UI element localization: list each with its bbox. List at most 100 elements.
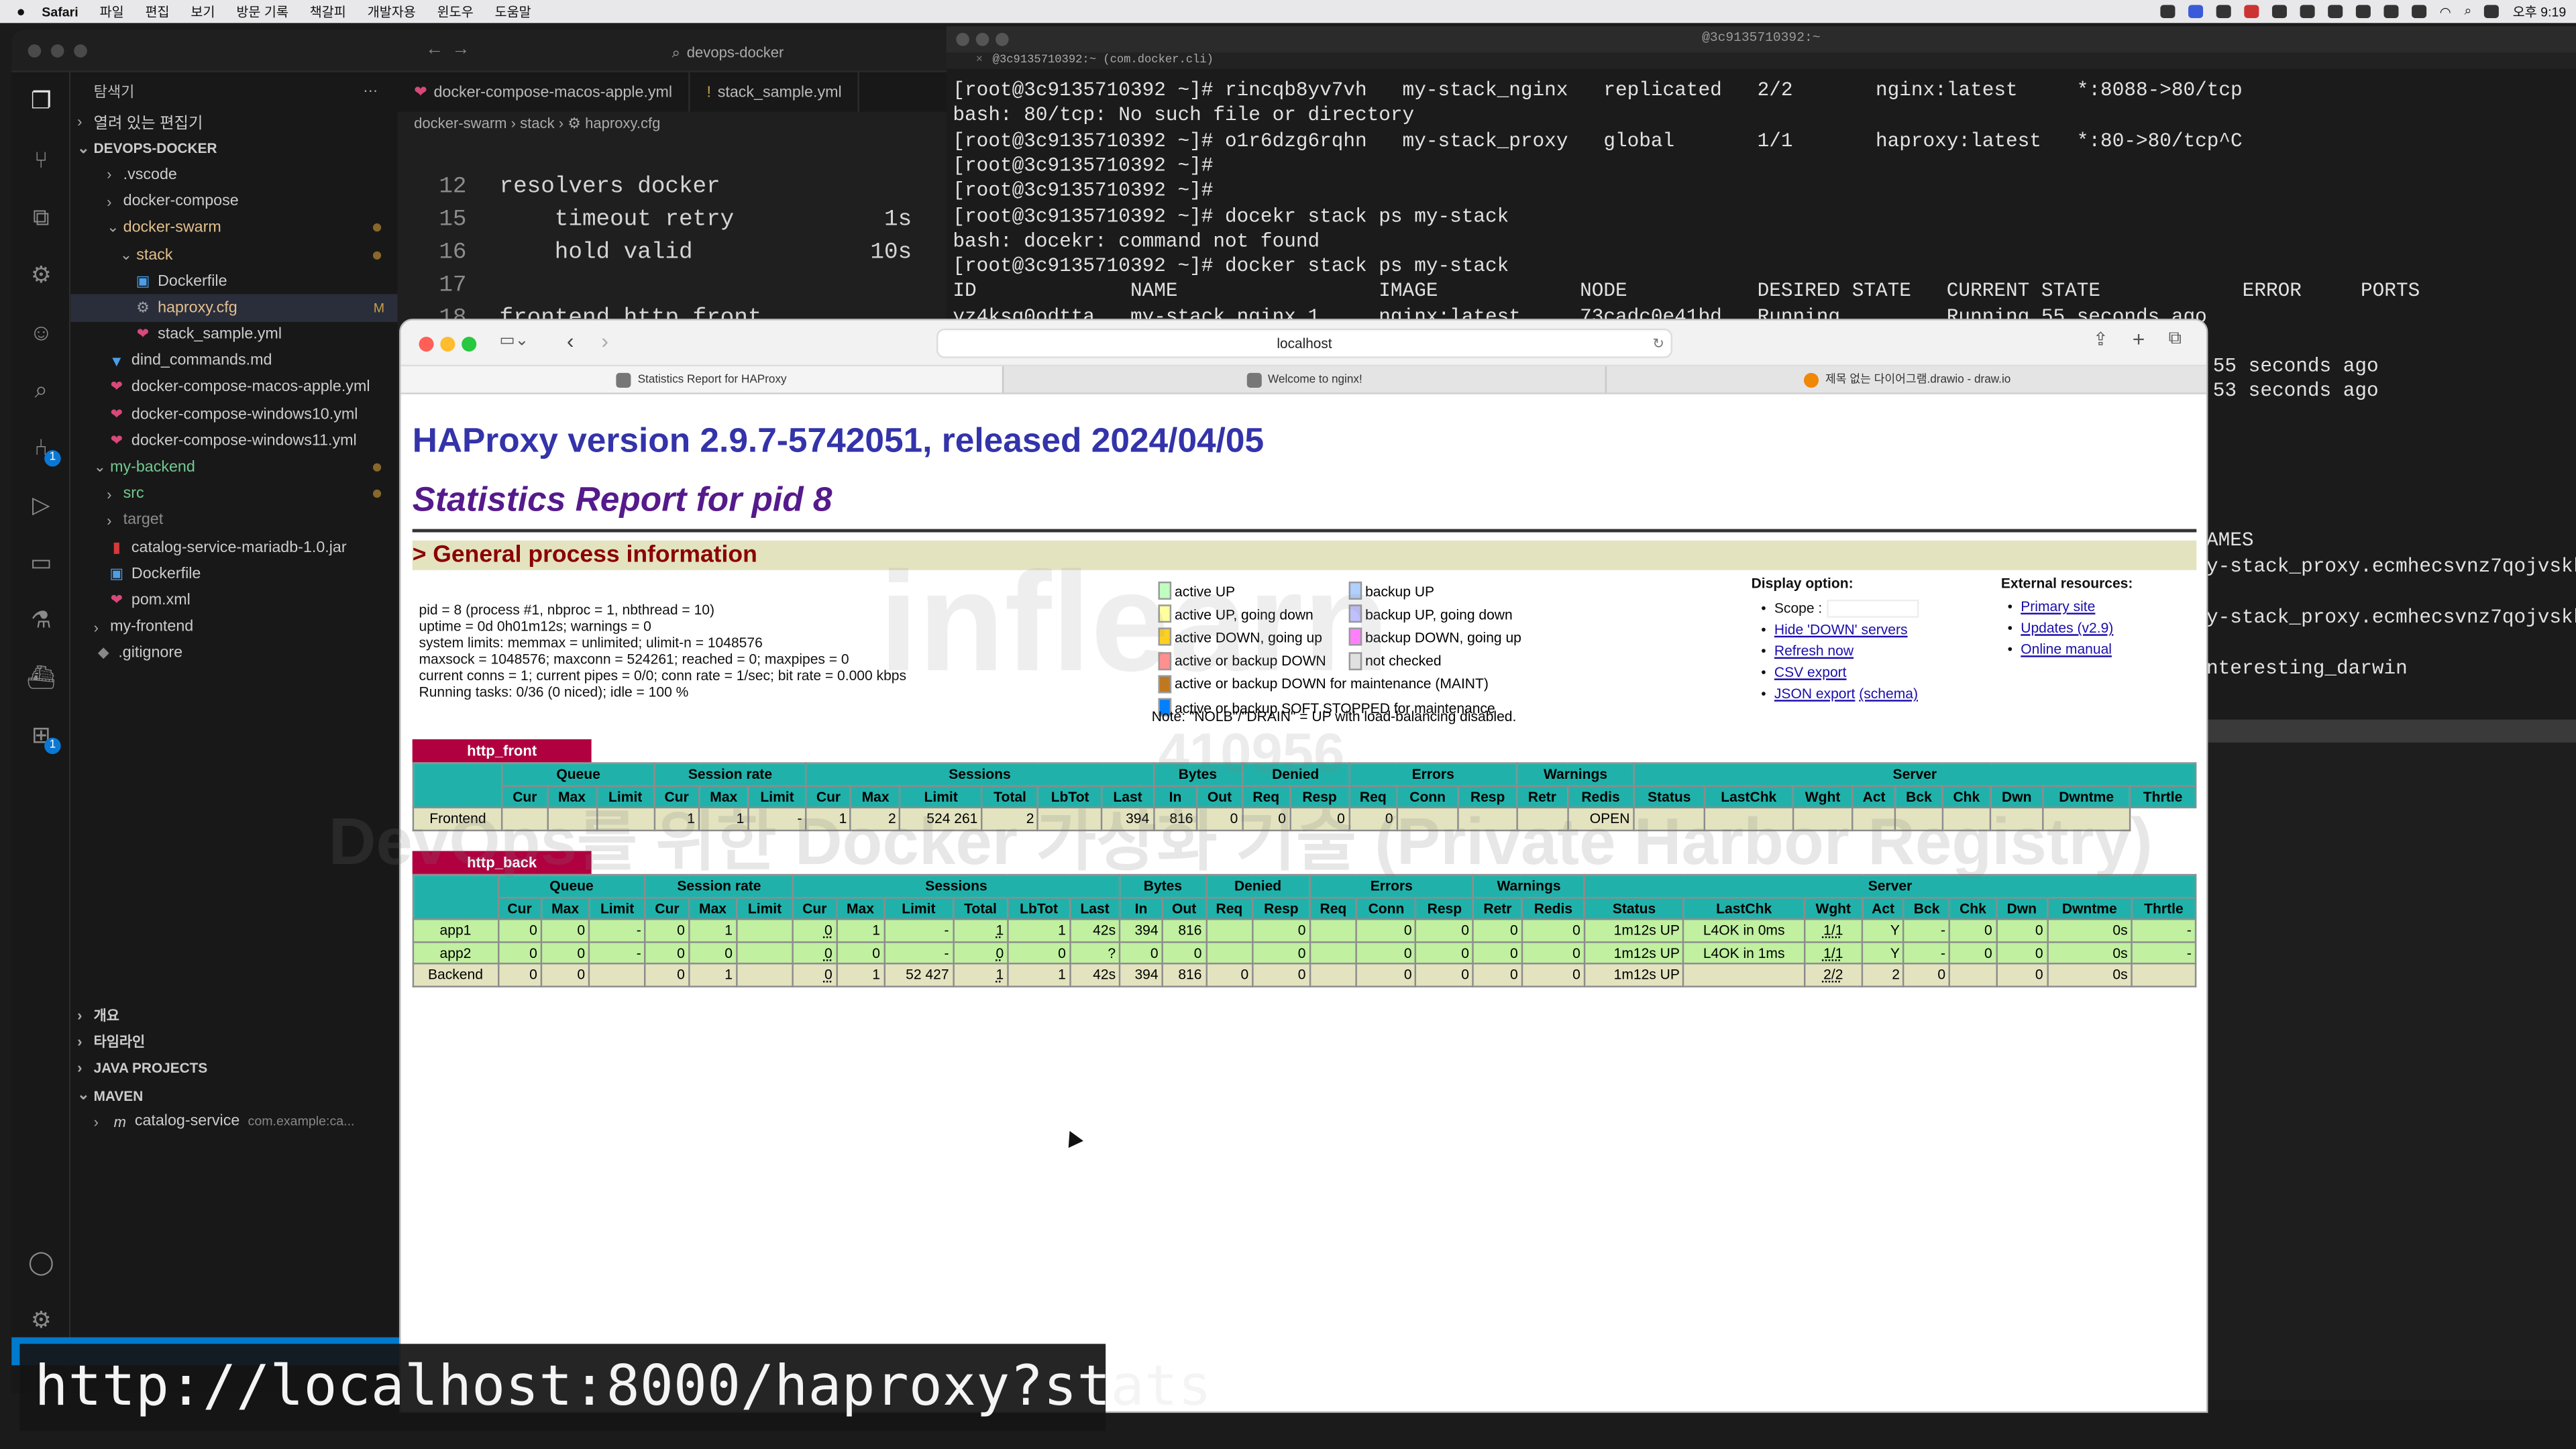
folder-item[interactable]: ⌄ stack	[70, 241, 397, 268]
tab-stack-sample[interactable]: ! stack_sample.yml	[690, 72, 860, 112]
docker-tray-icon[interactable]	[2216, 5, 2231, 18]
window-zoom-button[interactable]	[74, 44, 87, 58]
account-icon[interactable]: ◯	[26, 1247, 56, 1277]
tray-icon[interactable]	[2244, 5, 2259, 18]
run-debug-icon[interactable]: ▷	[26, 490, 56, 519]
input-source-icon[interactable]	[2383, 5, 2399, 18]
csv-export-link[interactable]: CSV export	[1774, 663, 1847, 680]
file-item[interactable]: ❤ stack_sample.yml	[70, 321, 397, 348]
file-item[interactable]: ❤ docker-compose-macos-apple.yml	[70, 374, 397, 401]
folder-item[interactable]: ⌄ my-backend	[70, 454, 397, 481]
file-item[interactable]: ❤ docker-compose-windows10.yml	[70, 401, 397, 428]
git-icon[interactable]: ⑃ 1	[26, 432, 61, 467]
tray-icon[interactable]	[2300, 5, 2315, 18]
settings-gear-icon[interactable]: ⚙	[26, 1304, 56, 1334]
accounts-group-icon[interactable]: ☺	[26, 317, 56, 347]
window-minimize-button[interactable]	[440, 337, 455, 352]
breadcrumb-item[interactable]: docker-swarm	[414, 115, 506, 131]
open-editors-section[interactable]: › 열려 있는 편집기	[70, 109, 397, 136]
wifi-icon[interactable]: ◠	[2440, 4, 2451, 19]
menu-item-file[interactable]: 파일	[100, 3, 124, 21]
remote-icon[interactable]: ▭	[26, 547, 56, 577]
explorer-icon[interactable]: ❐	[26, 85, 56, 115]
table-row[interactable]: Backend 0 0 0 1 0 1 52 427 1 1 42s 394 816 0 0 0 0 0 0 1m12…	[412, 963, 2197, 987]
maven-project-item[interactable]: › m catalog-service com.example:ca...	[70, 1108, 397, 1135]
new-tab-icon[interactable]: +	[2133, 327, 2145, 352]
remote-explorer-icon[interactable]: ⧉	[26, 202, 56, 231]
more-actions-icon[interactable]: ···	[363, 82, 378, 98]
search-icon[interactable]: ⌕	[26, 374, 56, 404]
folder-item[interactable]: ⌄ docker-swarm	[70, 215, 397, 241]
menu-item-window[interactable]: 윈도우	[437, 3, 474, 21]
file-item[interactable]: ❤ docker-compose-windows11.yml	[70, 427, 397, 454]
explorer-section[interactable]: › JAVA PROJECTS	[70, 1055, 397, 1082]
apple-icon[interactable]: ●	[16, 3, 25, 19]
tray-icon[interactable]	[2188, 5, 2204, 18]
menu-item-history[interactable]: 방문 기록	[236, 3, 288, 21]
file-item[interactable]: ❤ pom.xml	[70, 587, 397, 614]
menu-item-help[interactable]: 도움말	[495, 3, 531, 21]
primary-site-link[interactable]: Primary site	[2021, 598, 2095, 614]
tab-haproxy-stats[interactable]: Statistics Report for HAProxy	[400, 366, 1004, 393]
file-item[interactable]: ▮ catalog-service-mariadb-1.0.jar	[70, 534, 397, 561]
reload-icon[interactable]: ↻	[1652, 330, 1664, 356]
updates-link[interactable]: Updates (v2.9)	[2021, 619, 2113, 635]
tab-nginx[interactable]: Welcome to nginx!	[1004, 366, 1607, 393]
json-export-link[interactable]: JSON export	[1774, 685, 1855, 701]
forward-arrow-icon[interactable]: →	[451, 40, 470, 59]
file-item[interactable]: ⚙ haproxy.cfg M	[70, 294, 398, 321]
docker-icon[interactable]: ⛴	[26, 662, 56, 692]
folder-item[interactable]: › target	[70, 507, 397, 534]
menu-item-edit[interactable]: 편집	[146, 3, 170, 21]
file-item[interactable]: ▼ dind_commands.md	[70, 347, 397, 374]
tab-drawio[interactable]: 제목 없는 다이어그램.drawio - draw.io	[1607, 366, 2206, 392]
folder-item[interactable]: › my-frontend	[70, 614, 397, 641]
search-icon[interactable]: ⌕	[2464, 3, 2471, 19]
control-center-icon[interactable]	[2485, 5, 2500, 18]
menu-item-view[interactable]: 보기	[191, 3, 215, 21]
tray-icon[interactable]	[2271, 5, 2288, 18]
source-control-icon[interactable]: ⑂	[26, 145, 56, 174]
refresh-now-link[interactable]: Refresh now	[1774, 643, 1854, 659]
folder-item[interactable]: › src	[70, 481, 397, 508]
breadcrumb-item[interactable]: haproxy.cfg	[585, 115, 660, 131]
explorer-section[interactable]: › 개요	[70, 1002, 397, 1029]
window-close-button[interactable]	[956, 32, 969, 46]
folder-item[interactable]: › docker-compose	[70, 189, 397, 215]
hide-down-link[interactable]: Hide 'DOWN' servers	[1774, 621, 1908, 637]
tray-icon[interactable]	[2160, 5, 2176, 18]
command-center-search[interactable]: ⌕ devops-docker	[672, 41, 951, 64]
clock[interactable]: 오후 9:19	[2513, 3, 2567, 21]
menu-item-develop[interactable]: 개발자용	[368, 3, 416, 21]
window-close-button[interactable]	[28, 44, 42, 58]
schema-link[interactable]: (schema)	[1859, 685, 1918, 701]
forward-arrow-icon[interactable]: ›	[601, 329, 608, 354]
window-minimize-button[interactable]	[50, 44, 64, 58]
extension-icon[interactable]: ⚙	[26, 260, 56, 289]
share-icon[interactable]: ⇪	[2093, 329, 2108, 350]
terminal-tab[interactable]: × @3c9135710392:~ (com.docker.cli)	[946, 52, 2576, 69]
sidebar-toggle-icon[interactable]: ▭⌄	[499, 332, 529, 350]
close-icon[interactable]: ×	[976, 54, 983, 68]
workspace-section[interactable]: ⌄ DEVOPS-DOCKER	[70, 135, 397, 162]
file-item[interactable]: ▣ Dockerfile	[70, 268, 397, 294]
window-close-button[interactable]	[419, 337, 434, 352]
menu-app-name[interactable]: Safari	[42, 4, 78, 19]
url-bar[interactable]: localhost ↻	[936, 328, 1673, 358]
online-manual-link[interactable]: Online manual	[2021, 641, 2112, 657]
back-arrow-icon[interactable]: ←	[425, 40, 443, 59]
breadcrumb-item[interactable]: stack	[520, 115, 554, 131]
file-item[interactable]: ▣ Dockerfile	[70, 561, 397, 588]
window-minimize-button[interactable]	[975, 32, 989, 46]
table-row[interactable]: app2 0 0-0 0 0 0-0 0? 0 0 0 0 0 0 0 1m12s UP L4OK in 1m…	[412, 941, 2197, 965]
explorer-section[interactable]: › 타임라인	[70, 1029, 397, 1056]
tab-docker-compose-macos[interactable]: ❤ docker-compose-macos-apple.yml	[398, 72, 690, 112]
tray-icon[interactable]	[2328, 5, 2343, 18]
tray-icon[interactable]	[2355, 5, 2371, 18]
explorer-section[interactable]: ⌄ MAVEN	[70, 1082, 397, 1109]
extensions-icon[interactable]: ⊞ 1	[26, 720, 61, 755]
back-arrow-icon[interactable]: ‹	[567, 329, 574, 354]
tab-overview-icon[interactable]: ⧉	[2169, 329, 2182, 350]
window-zoom-button[interactable]	[996, 32, 1009, 46]
battery-icon[interactable]	[2412, 5, 2427, 18]
